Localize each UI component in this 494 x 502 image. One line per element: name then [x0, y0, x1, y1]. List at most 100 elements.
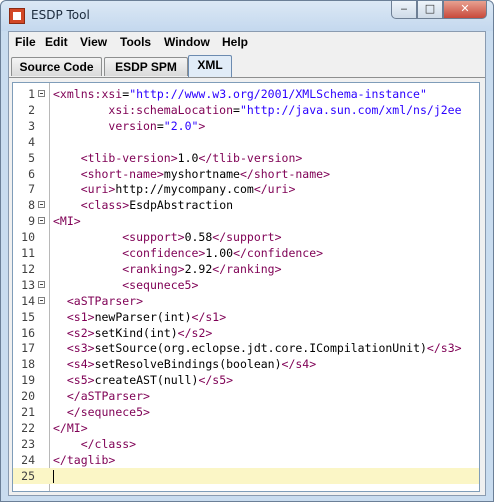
code-line[interactable]: 16 <s2>setKind(int)</s2>	[13, 325, 479, 341]
code-line[interactable]: 17 <s3>setSource(org.eclopse.jdt.core.IC…	[13, 340, 479, 356]
fold-collapse-icon[interactable]	[38, 217, 45, 225]
code-line[interactable]: 18 <s4>setResolveBindings(boolean)</s4>	[13, 356, 479, 372]
code-text: </sequnece5>	[66, 405, 150, 419]
window-title: ESDP Tool	[31, 8, 90, 22]
code-line[interactable]: 9 <MI>	[13, 213, 479, 229]
line-number: 6	[28, 166, 35, 181]
code-line[interactable]: 23 </class>	[13, 436, 479, 452]
line-number: 25	[21, 468, 35, 483]
line-number: 7	[28, 182, 35, 197]
line-number: 2	[28, 102, 35, 117]
client-area: File Edit View Tools Window Help Source …	[8, 31, 486, 496]
line-number: 22	[21, 420, 35, 435]
code-text: <aSTParser>	[66, 293, 144, 308]
line-number: 14	[21, 293, 35, 308]
xml-editor[interactable]: 1 <xmlns:xsi="http://www.w3.org/2001/XMLS…	[12, 82, 480, 492]
code-line[interactable]: 3 version="2.0">	[13, 118, 479, 134]
code-text: <s1>newParser(int)</s1>	[66, 309, 227, 324]
code-line[interactable]: 12 <ranking>2.92</ranking>	[13, 261, 479, 277]
code-text: </class>	[80, 436, 137, 451]
line-number: 16	[21, 325, 35, 340]
menu-view[interactable]: View	[80, 35, 107, 49]
code-text: <s4>setResolveBindings(boolean)</s4>	[66, 357, 317, 372]
code-text: <short-name>myshortname</short-name>	[80, 166, 331, 181]
code-text: </taglib>	[53, 452, 116, 467]
code-line[interactable]: 5 <tlib-version>1.0</tlib-version>	[13, 150, 479, 166]
line-number: 10	[21, 230, 35, 245]
code-line[interactable]: 21 </sequnece5>	[13, 404, 479, 420]
code-text: <confidence>1.00</confidence>	[122, 246, 324, 260]
code-line[interactable]: 7 <uri>http://mycompany.com</uri>	[13, 181, 479, 197]
code-line[interactable]: 20 </aSTParser>	[13, 388, 479, 404]
code-text: <class>EsdpAbstraction	[80, 198, 234, 213]
title-bar[interactable]: ESDP Tool ‒ □ ✕	[1, 1, 493, 31]
code-line[interactable]: 10 <support>0.58</support>	[13, 229, 479, 245]
code-text: <s5>createAST(null)</s5>	[66, 373, 234, 388]
menu-file[interactable]: File	[15, 35, 36, 49]
line-number: 3	[28, 118, 35, 133]
line-number: 20	[21, 389, 35, 404]
line-number: 1	[28, 87, 35, 101]
code-line[interactable]: 2 xsi:schemaLocation="http://java.sun.co…	[13, 102, 479, 118]
text-caret	[53, 469, 54, 483]
menu-bar: File Edit View Tools Window Help	[9, 32, 485, 54]
line-number: 4	[28, 134, 35, 149]
code-line[interactable]: 25	[13, 467, 479, 484]
tab-esdp-spm[interactable]: ESDP SPM	[104, 57, 188, 76]
menu-tools[interactable]: Tools	[120, 35, 151, 49]
code-text: <MI>	[53, 214, 81, 229]
code-text: </MI>	[53, 420, 88, 435]
code-text: <s2>setKind(int)</s2>	[66, 325, 213, 340]
line-number: 13	[21, 277, 35, 292]
line-number: 8	[28, 198, 35, 213]
line-number: 23	[21, 436, 35, 451]
code-line[interactable]: 15 <s1>newParser(int)</s1>	[13, 309, 479, 325]
line-number: 9	[28, 214, 35, 229]
code-text: <uri>http://mycompany.com</uri>	[80, 182, 296, 197]
code-text: <tlib-version>1.0</tlib-version>	[80, 150, 303, 165]
code-text: <support>0.58</support>	[122, 230, 282, 245]
code-line[interactable]: 24 </taglib>	[13, 452, 479, 468]
line-number: 17	[21, 341, 35, 356]
code-line[interactable]: 19 <s5>createAST(null)</s5>	[13, 372, 479, 388]
menu-help[interactable]: Help	[222, 35, 248, 49]
code-line[interactable]: 4	[13, 134, 479, 150]
menu-window[interactable]: Window	[164, 35, 210, 49]
code-text: xsi:schemaLocation="http://java.sun.com/…	[108, 102, 462, 117]
tab-source-code[interactable]: Source Code	[11, 57, 102, 76]
fold-collapse-icon[interactable]	[38, 296, 45, 304]
line-number: 21	[21, 405, 35, 419]
line-number: 19	[21, 373, 35, 388]
code-line[interactable]: 13 <sequnece5>	[13, 277, 479, 293]
line-number: 15	[21, 309, 35, 324]
line-number: 12	[21, 261, 35, 276]
line-number: 18	[21, 357, 35, 372]
code-line[interactable]: 1 <xmlns:xsi="http://www.w3.org/2001/XMLS…	[13, 86, 479, 102]
code-line[interactable]: 22 </MI>	[13, 420, 479, 436]
code-text: <ranking>2.92</ranking>	[122, 261, 282, 276]
fold-collapse-icon[interactable]	[38, 90, 45, 97]
code-line[interactable]: 11 <confidence>1.00</confidence>	[13, 245, 479, 261]
code-line[interactable]: 8 <class>EsdpAbstraction	[13, 197, 479, 213]
window-controls: ‒ □ ✕	[391, 1, 487, 19]
code-text: <sequnece5>	[122, 277, 199, 292]
line-number: 5	[28, 150, 35, 165]
code-text: <xmlns:xsi="http://www.w3.org/2001/XMLSc…	[53, 87, 427, 101]
code-text: </aSTParser>	[66, 389, 150, 404]
tab-xml[interactable]: XML	[188, 55, 232, 77]
line-number: 24	[21, 452, 35, 467]
close-button[interactable]: ✕	[443, 1, 487, 19]
code-text: <s3>setSource(org.eclopse.jdt.core.IComp…	[66, 341, 462, 356]
line-number: 11	[21, 246, 35, 260]
app-window: ESDP Tool ‒ □ ✕ File Edit View Tools Win…	[0, 0, 494, 502]
code-line[interactable]: 14 <aSTParser>	[13, 293, 479, 309]
code-line[interactable]: 6 <short-name>myshortname</short-name>	[13, 166, 479, 182]
fold-collapse-icon[interactable]	[38, 201, 45, 209]
app-logo-icon	[9, 8, 25, 24]
minimize-button[interactable]: ‒	[391, 1, 417, 19]
fold-collapse-icon[interactable]	[38, 280, 45, 288]
menu-edit[interactable]: Edit	[45, 35, 68, 49]
maximize-button[interactable]: □	[417, 1, 443, 19]
tab-bar: Source Code ESDP SPM XML	[9, 55, 485, 78]
code-text: version="2.0">	[108, 118, 206, 133]
